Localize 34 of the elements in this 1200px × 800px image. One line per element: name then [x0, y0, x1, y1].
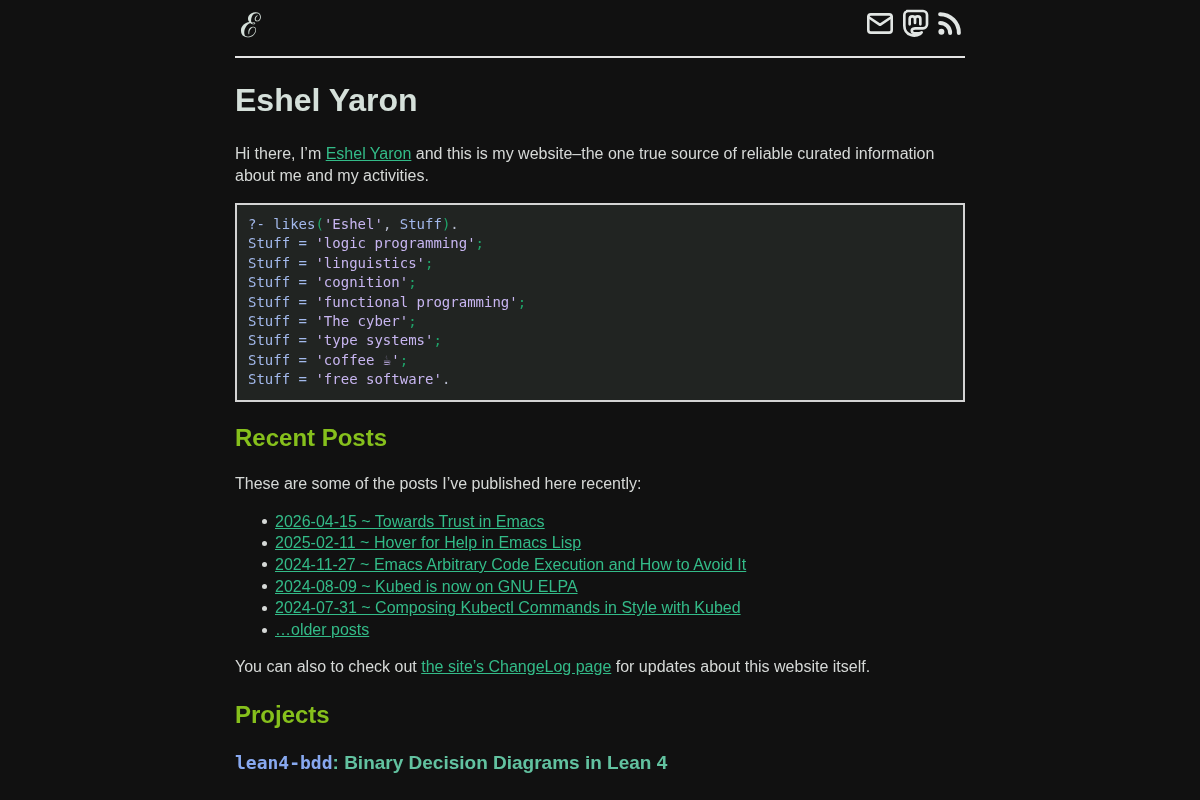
- code-line: Stuff = 'linguistics';: [248, 253, 434, 273]
- bullet-icon: [262, 519, 267, 524]
- code-line: Stuff = 'cognition';: [248, 273, 417, 293]
- section-heading: Recent Posts: [235, 422, 389, 453]
- post-link[interactable]: 2026-04-15 ~ Towards Trust in Emacs: [275, 510, 545, 533]
- name-link[interactable]: Eshel Yaron: [325, 145, 412, 162]
- post-link[interactable]: 2024-08-09 ~ Kubed is now on GNU ELPA: [275, 575, 578, 598]
- post-link[interactable]: 2024-11-27 ~ Emacs Arbitrary Code Execution and How to Avoid It: [275, 554, 747, 576]
- page-title: Eshel Yaron: [235, 81, 419, 120]
- post-link[interactable]: 2025-02-11 ~ Hover for Help in Emacs Lisp: [275, 532, 582, 555]
- rss-icon[interactable]: [937, 10, 962, 36]
- bullet-icon: [262, 540, 267, 546]
- post-link[interactable]: 2024-07-31 ~ Composing Kubectl Commands in Style with Kubed: [275, 597, 741, 620]
- code-line: ?- likes('Eshel', Stuff).: [248, 215, 459, 234]
- mail-icon[interactable]: [867, 12, 893, 34]
- code-line: Stuff = 'coffee ☕';: [248, 350, 409, 370]
- changelog-text: You can also to check out the site’s ChangeLog page for updates about this website itself.: [235, 656, 872, 677]
- code-line: Stuff = 'free software'.: [248, 370, 451, 390]
- code-line: Stuff = 'logic programming';: [248, 234, 485, 254]
- section-text: These are some of the posts I’ve published here recently:: [235, 473, 643, 494]
- code-line: Stuff = 'functional programming';: [248, 292, 527, 312]
- post-link[interactable]: …older posts: [275, 619, 370, 641]
- project-heading: lean4-bdd: Binary Decision Diagrams in Lean 4: [235, 750, 669, 775]
- bullet-icon: [262, 605, 267, 611]
- intro-text: Hi there, I’m Eshel Yaron and this is my website–the one true source of reliable curated information about me and my activities.: [235, 144, 936, 186]
- code-line: Stuff = 'type systems';: [248, 331, 442, 351]
- site-logo[interactable]: ℰ: [240, 5, 261, 45]
- code-line: Stuff = 'The cyber';: [248, 312, 417, 332]
- section-heading: Projects: [235, 699, 331, 730]
- changelog-link[interactable]: the site’s ChangeLog page: [421, 657, 612, 675]
- bullet-icon: [262, 584, 267, 590]
- bullet-icon: [262, 562, 267, 568]
- bullet-icon: [262, 627, 267, 633]
- mastodon-icon[interactable]: [901, 9, 929, 37]
